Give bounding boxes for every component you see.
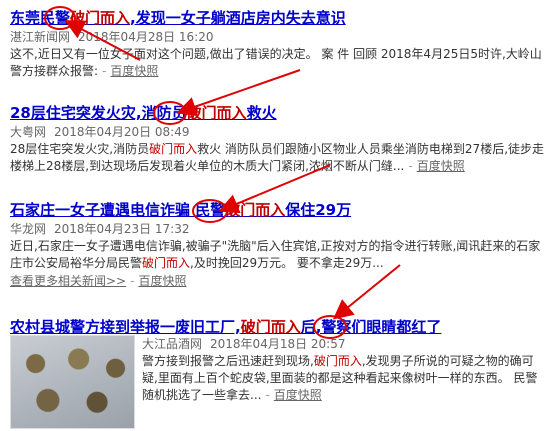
result-title-link[interactable]: 东莞民警破门而入,发现一女子躺酒店房内失去意识 [10,8,544,28]
snippet-highlight: 破门而入 [149,142,198,156]
result-snippet: 28层住宅突发火灾,消防员破门而入救火 消防队员们跟随小区物业人员乘坐消防电梯到… [10,142,545,173]
result-source: 华龙网 [10,222,47,236]
snippet-text: ,及时挽回29万元。 要不拿走29万... [190,256,384,270]
search-result-4: 农村县城警方接到举报一废旧工厂,破门而入后,警察们眼睛都红了 大江品酒网 2018… [10,317,544,429]
title-text: 28层住宅突发火灾,消防员 [10,104,187,122]
title-text: 农村县城警方接到举报一废旧工厂, [10,318,241,336]
result-body: 大江品酒网 2018年04月18日 20:57 警方接到报警之后迅速赶到现场,破门… [142,335,544,404]
snapshot-link[interactable]: 百度快照 [274,388,322,402]
result-meta: 大粤网 2018年04月20日 08:49 [10,124,544,140]
result-title-link[interactable]: 28层住宅突发火灾,消防员破门而入救火 [10,103,544,123]
snippet-highlight: 破门而入 [313,354,362,368]
result-date: 2018年04月23日 17:32 [54,222,190,236]
snapshot-link[interactable]: 百度快照 [417,159,465,173]
search-result-3: 石家庄一女子遭遇电信诈骗 民警破门而入保住29万 华龙网 2018年04月23日 … [10,200,544,290]
snapshot-link[interactable]: 百度快照 [138,274,186,288]
snapshot-link[interactable]: 百度快照 [110,64,158,78]
more-news-link[interactable]: 查看更多相关新闻>> [10,274,126,288]
result-snippet: 这不,近日又有一位女子面对这个问题,做出了错误的决定。 案 件 回顾 2018年… [10,47,542,78]
result-meta: 华龙网 2018年04月23日 17:32 [10,221,544,237]
result-snippet: 警方接到报警之后迅速赶到现场,破门而入,发现男子所说的可疑之物的确可疑,里面有上… [142,354,538,402]
result-date: 2018年04月18日 20:57 [210,337,346,351]
result-date: 2018年04月20日 08:49 [54,125,190,139]
result-meta: 大江品酒网 2018年04月18日 20:57 [142,336,544,352]
result-title-link[interactable]: 农村县城警方接到举报一废旧工厂,破门而入后,警察们眼睛都红了 [10,317,544,337]
title-highlight: 破门而入 [225,201,286,219]
title-text: 后,警察们眼睛都红了 [300,318,442,336]
result-title-link[interactable]: 石家庄一女子遭遇电信诈骗 民警破门而入保住29万 [10,200,544,220]
snippet-text: 这不,近日又有一位女子面对这个问题,做出了错误的决定。 案 件 回顾 2018年… [10,47,542,78]
title-highlight: 破门而入 [70,9,131,27]
result-snippet: 近日,石家庄一女子遭遇电信诈骗,被骗子"洗脑"后入住宾馆,正按对方的指令进行转账… [10,238,544,272]
title-text: 保住29万 [285,201,352,219]
result-source: 大江品酒网 [142,337,203,351]
more-news-row: 查看更多相关新闻>> - 百度快照 [10,274,187,288]
title-text: 东莞民警 [10,9,71,27]
title-highlight: 破门而入 [240,318,301,336]
image-thumbnail-icon[interactable] [10,335,135,429]
search-result-1: 东莞民警破门而入,发现一女子躺酒店房内失去意识 湛江新闻网 2018年04月28日… [10,8,544,80]
title-text: ,发现一女子躺酒店房内失去意识 [130,9,346,27]
title-text: 石家庄一女子遭遇电信诈骗 民警 [10,201,226,219]
search-result-2: 28层住宅突发火灾,消防员破门而入救火 大粤网 2018年04月20日 08:49… [10,103,544,175]
result-date: 2018年04月28日 16:20 [78,30,214,44]
snippet-highlight: 破门而入 [142,256,191,270]
title-highlight: 破门而入 [186,104,247,122]
result-source: 大粤网 [10,125,47,139]
result-meta: 湛江新闻网 2018年04月28日 16:20 [10,29,544,45]
result-source: 湛江新闻网 [10,30,71,44]
snippet-text: 28层住宅突发火灾,消防员 [10,142,150,156]
snippet-text: 警方接到报警之后迅速赶到现场, [142,354,314,368]
title-text: 救火 [246,104,277,122]
